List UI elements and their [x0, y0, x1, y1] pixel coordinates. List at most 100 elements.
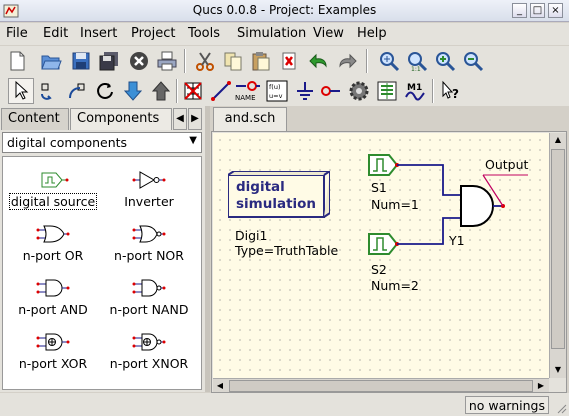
svg-text:?: ? [452, 87, 459, 101]
horizontal-scrollbar[interactable]: ◀ ▶ [213, 378, 549, 392]
resize-grip-icon[interactable] [555, 402, 567, 414]
toolbar-separator [184, 49, 186, 73]
zoom-1-1-icon[interactable]: 1:1 [404, 48, 430, 74]
equation-icon[interactable]: f(u) u=v [264, 78, 290, 104]
digital-source-s2[interactable] [368, 233, 399, 255]
output-label[interactable]: Output [485, 157, 528, 172]
component-label: Inverter [124, 194, 174, 209]
zoom-fit-icon[interactable] [376, 48, 402, 74]
tab-scroll-right-icon[interactable]: ▶ [188, 108, 202, 130]
svg-text:f(u): f(u) [269, 83, 280, 91]
component-n-port-nor[interactable]: n-port NOR [103, 217, 195, 269]
menu-file[interactable]: File [6, 26, 28, 41]
component-n-port-xor[interactable]: n-port XOR [7, 325, 99, 377]
zoom-out-icon[interactable] [460, 48, 486, 74]
component-n-port-or[interactable]: n-port OR [7, 217, 99, 269]
component-category-value: digital components [7, 135, 128, 150]
scroll-left-icon[interactable]: ◀ [213, 379, 227, 393]
digital-source-s1[interactable] [368, 154, 399, 176]
tab-components[interactable]: Components [70, 108, 172, 130]
cut-icon[interactable] [192, 48, 218, 74]
menu-tools[interactable]: Tools [188, 26, 220, 41]
scroll-up-icon[interactable]: ▲ [550, 133, 566, 147]
toolbar-separator [432, 79, 434, 103]
s2-name: S2 [371, 262, 387, 277]
maximize-button[interactable]: □ [530, 3, 545, 18]
component-n-port-nand[interactable]: n-port NAND [103, 271, 195, 323]
close-window-button[interactable]: × [548, 3, 563, 18]
digital-source-icon [41, 172, 69, 188]
vertical-scrollbar[interactable]: ▲ ▼ [549, 133, 566, 378]
simulate-icon[interactable] [346, 78, 372, 104]
delete-icon[interactable] [276, 48, 302, 74]
schematic-canvas[interactable]: digital simulation Digi1 Type=TruthTable [213, 133, 549, 378]
display-icon[interactable] [374, 78, 400, 104]
go-into-icon[interactable] [120, 78, 146, 104]
minimize-button[interactable]: _ [512, 3, 527, 18]
component-n-port-and[interactable]: n-port AND [7, 271, 99, 323]
deactivate-icon[interactable] [180, 78, 206, 104]
dock-splitter[interactable] [205, 106, 210, 392]
tab-and-sch[interactable]: and.sch [213, 107, 287, 131]
component-label: n-port NAND [109, 302, 189, 317]
wire-s1[interactable] [397, 164, 461, 196]
go-up-icon[interactable] [148, 78, 174, 104]
print-icon[interactable] [154, 48, 180, 74]
svg-text:1:1: 1:1 [411, 66, 421, 72]
toolbar-separator [366, 49, 368, 73]
gate-name: Y1 [449, 233, 465, 248]
svg-text:M1: M1 [407, 83, 422, 93]
paste-icon[interactable] [248, 48, 274, 74]
rotate-icon[interactable] [92, 78, 118, 104]
document-area: digital simulation Digi1 Type=TruthTable [211, 131, 567, 393]
component-n-port-xnor[interactable]: n-port XNOR [103, 325, 195, 377]
label-icon[interactable]: NAME [234, 78, 262, 104]
zoom-in-icon[interactable] [432, 48, 458, 74]
component-category-select[interactable]: digital components ▼ [2, 132, 202, 153]
status-text: no warnings [464, 396, 549, 414]
component-list: digital source Inverter n-port OR n-port… [2, 156, 202, 390]
close-icon[interactable] [126, 48, 152, 74]
undo-icon[interactable] [306, 48, 332, 74]
s1-name: S1 [371, 180, 387, 195]
scroll-down-icon[interactable]: ▼ [550, 363, 566, 377]
component-inverter[interactable]: Inverter [103, 163, 195, 215]
and-gate-y1[interactable] [460, 185, 505, 227]
window-title: Qucs 0.0.8 - Project: Examples [192, 3, 377, 17]
menu-project[interactable]: Project [131, 26, 175, 41]
tab-scroll-left-icon[interactable]: ◀ [173, 108, 187, 130]
menubar: File Edit Insert Project Tools Simulatio… [0, 23, 569, 45]
s1-param: Num=1 [371, 197, 419, 212]
component-label: n-port OR [22, 248, 84, 263]
menu-simulation[interactable]: Simulation [237, 26, 306, 41]
scroll-right-icon[interactable]: ▶ [534, 379, 548, 393]
new-file-icon[interactable] [4, 48, 30, 74]
save-all-icon[interactable] [96, 48, 122, 74]
whats-this-icon[interactable]: ? [438, 78, 464, 104]
copy-icon[interactable] [220, 48, 246, 74]
xor-gate-icon [36, 333, 70, 351]
left-dock-panel: Content Components ◀ ▶ digital component… [0, 106, 205, 392]
component-label: n-port AND [18, 302, 88, 317]
marker-icon[interactable]: M1 [402, 78, 428, 104]
tab-content[interactable]: Content [1, 108, 69, 130]
menu-insert[interactable]: Insert [80, 26, 117, 41]
mirror-x-icon[interactable] [36, 78, 62, 104]
open-folder-icon[interactable] [38, 48, 64, 74]
mirror-y-icon[interactable] [64, 78, 90, 104]
horizontal-scroll-thumb[interactable] [229, 380, 533, 392]
menu-help[interactable]: Help [357, 26, 387, 41]
port-icon[interactable] [318, 78, 344, 104]
ground-icon[interactable] [292, 78, 318, 104]
menu-view[interactable]: View [313, 26, 344, 41]
s2-param: Num=2 [371, 278, 419, 293]
wire-icon[interactable] [208, 78, 234, 104]
component-label: n-port NOR [114, 248, 184, 263]
select-arrow-icon[interactable] [8, 78, 34, 104]
vertical-scroll-thumb[interactable] [551, 149, 565, 349]
save-icon[interactable] [68, 48, 94, 74]
component-digital-source[interactable]: digital source [7, 163, 99, 215]
menu-edit[interactable]: Edit [43, 26, 68, 41]
main-toolbar: 1:1 [0, 46, 569, 76]
redo-icon[interactable] [334, 48, 360, 74]
